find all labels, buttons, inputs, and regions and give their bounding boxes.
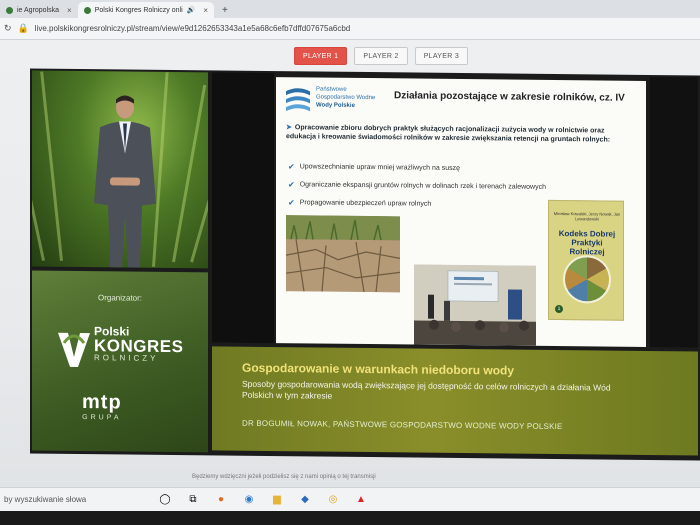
mtp-logo: mtp GRUPA: [82, 391, 122, 422]
slide-title: Działania pozostające w zakresie rolnikó…: [394, 90, 625, 104]
file-explorer-icon[interactable]: ▆: [266, 491, 288, 509]
close-icon[interactable]: ×: [203, 6, 208, 15]
tab-label: Polski Kongres Rolniczy onli: [94, 6, 183, 14]
checkmark-icon: ✔: [288, 162, 295, 172]
edge-icon[interactable]: ◉: [238, 491, 260, 509]
book-cover-wheel-icon: [563, 255, 611, 304]
checkmark-icon: ✔: [288, 198, 295, 208]
wody-polskie-logo-icon: [286, 88, 310, 112]
screen: ie Agropolska × Polski Kongres Rolniczy …: [0, 0, 700, 525]
browser-tab-agropolska[interactable]: ie Agropolska ×: [0, 2, 78, 18]
speaker-name: DR BOGUMIŁ NOWAK, PAŃSTWOWE GOSPODARSTWO…: [242, 418, 563, 432]
video-letterbox: [650, 76, 698, 348]
url-field[interactable]: live.polskikongresrolniczy.pl/stream/vie…: [35, 24, 350, 33]
kodeks-book-cover: Mirosław Kowalski, Jerzy Nowak, Jan Lewa…: [548, 199, 624, 321]
organizer-panel: Organizator: Polski KONGRES ROLNICZY mtp…: [32, 270, 208, 453]
acrobat-icon[interactable]: ▲: [350, 491, 372, 509]
address-bar: ↻ 🔒 live.polskikongresrolniczy.pl/stream…: [0, 18, 700, 40]
screen-bezel: [0, 511, 700, 525]
refresh-icon[interactable]: ↻: [4, 23, 12, 34]
conference-photo: [414, 264, 536, 346]
video-letterbox: [212, 72, 274, 344]
firefox-icon[interactable]: ●: [210, 491, 232, 509]
speaker-video: [32, 70, 208, 269]
session-subtitle: Sposoby gospodarowania wodą zwiększające…: [242, 378, 611, 401]
task-view-icon[interactable]: ⧉: [182, 491, 204, 509]
drought-field-photo: [286, 215, 400, 293]
session-title: Gospodarowanie w warunkach niedoboru wod…: [242, 360, 515, 378]
list-item: ✔ Upowszechnianie upraw mniej wrażliwych …: [288, 162, 460, 172]
arrow-bullet-icon: ➤: [286, 124, 292, 132]
slide-main-point: ➤ Opracowanie zbioru dobrych praktyk służ…: [286, 124, 611, 145]
checkmark-icon: ✔: [288, 180, 295, 190]
presentation-slide: Państwowe Gospodarstwo Wodne Wody Polski…: [276, 77, 646, 347]
chrome-icon[interactable]: ◎: [322, 491, 344, 509]
video-player[interactable]: Organizator: Polski KONGRES ROLNICZY mtp…: [30, 68, 700, 461]
tab-player-1[interactable]: PLAYER 1: [294, 47, 348, 65]
taskbar: by wyszukiwanie słowa ◯ ⧉ ● ◉ ▆ ◆ ◎ ▲: [0, 487, 700, 511]
new-tab-button[interactable]: +: [214, 2, 236, 18]
tab-player-3[interactable]: PLAYER 3: [414, 47, 469, 65]
browser-tab-kongres[interactable]: Polski Kongres Rolniczy onli 🔊 ×: [77, 2, 215, 18]
organizer-label: Organizator:: [97, 293, 143, 303]
agropolska-favicon-icon: [6, 6, 13, 14]
speaker-figure: [94, 95, 156, 268]
cortana-icon[interactable]: ◯: [154, 491, 176, 509]
tab-player-2[interactable]: PLAYER 2: [354, 47, 408, 65]
lock-icon[interactable]: 🔒: [18, 23, 29, 34]
list-item: ✔ Ograniczanie ekspansji gruntów rolnych …: [288, 180, 546, 191]
browser-tab-bar: ie Agropolska × Polski Kongres Rolniczy …: [0, 0, 700, 18]
kongres-favicon-icon: [83, 6, 91, 14]
tab-label: ie Agropolska: [17, 6, 60, 14]
taskbar-search-input[interactable]: by wyszukiwanie słowa: [0, 491, 148, 509]
settings-icon[interactable]: ◆: [294, 491, 316, 509]
session-banner: Gospodarowanie w warunkach niedoboru wod…: [212, 346, 698, 456]
wody-polskie-wordmark: Państwowe Gospodarstwo Wodne Wody Polski…: [316, 86, 376, 110]
feedback-text: Będziemy wdzięczni jeżeli podzielisz się…: [192, 474, 376, 480]
speaker-icon[interactable]: 🔊: [187, 6, 196, 14]
book-number-badge: 1: [555, 304, 563, 314]
polski-kongres-wordmark: Polski KONGRES ROLNICZY: [94, 324, 184, 363]
player-tabs: PLAYER 1 PLAYER 2 PLAYER 3: [294, 47, 469, 65]
close-icon[interactable]: ×: [67, 6, 72, 15]
